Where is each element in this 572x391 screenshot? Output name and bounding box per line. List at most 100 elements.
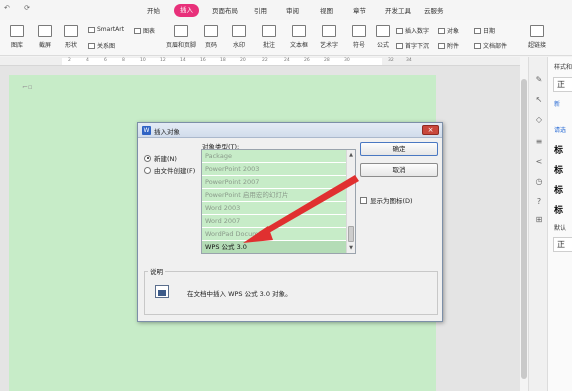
watermark-icon — [232, 25, 246, 37]
style-dropdown[interactable]: 正 — [553, 77, 572, 92]
doc-parts-button[interactable]: 文档部件 — [474, 41, 507, 50]
list-scrollbar[interactable]: ▲ ▼ — [346, 150, 355, 253]
object-preview-icon — [155, 285, 169, 298]
relation-graph-button[interactable]: 关系图 — [88, 41, 115, 50]
ruler-tick: 24 — [284, 58, 290, 63]
tab-view[interactable]: 视图 — [320, 5, 333, 15]
tab-developer[interactable]: 开发工具 — [385, 5, 411, 15]
close-button[interactable]: × — [422, 125, 439, 135]
style-heading-4[interactable]: 标 — [554, 203, 563, 216]
display-as-icon-checkbox[interactable]: 显示为图标(D) — [360, 195, 413, 205]
style-default[interactable]: 默认 — [554, 223, 566, 232]
apps-icon[interactable]: ⊞ — [533, 215, 545, 225]
tab-chapter[interactable]: 章节 — [353, 5, 366, 15]
page-corner-icon: ⌐▫ — [22, 83, 33, 91]
ruler-tick: 2 — [68, 58, 71, 63]
symbol-button[interactable]: 符号 — [352, 25, 366, 49]
share-icon[interactable]: < — [533, 157, 545, 167]
textbox-button[interactable]: 文本框 — [290, 25, 308, 49]
edit-icon[interactable]: ✎ — [533, 75, 545, 85]
settings-icon[interactable]: ≡ — [533, 137, 545, 147]
wordart-button[interactable]: 艺术字 — [320, 25, 338, 49]
formula-button[interactable]: 公式 — [376, 25, 390, 49]
insert-number-button[interactable]: 插入数字 — [396, 26, 429, 35]
ok-button[interactable]: 确定 — [360, 142, 438, 156]
page-number-icon — [204, 25, 218, 37]
list-item[interactable]: Word 2003 — [202, 202, 346, 214]
radio-new[interactable]: 新建(N) — [144, 153, 177, 163]
gallery-button[interactable]: 图库 — [10, 25, 24, 49]
ruler-tick: 6 — [104, 58, 107, 63]
shapes-button[interactable]: 形状 — [64, 25, 78, 49]
help-icon[interactable]: ? — [533, 197, 545, 207]
description-group: 在文档中插入 WPS 公式 3.0 对象。 — [144, 271, 438, 315]
pi-icon — [376, 25, 390, 37]
style-normal[interactable]: 正 — [553, 237, 572, 252]
smartart-button[interactable]: SmartArt — [88, 26, 124, 33]
shape-icon[interactable]: ◇ — [533, 115, 545, 125]
cancel-button[interactable]: 取消 — [360, 163, 438, 177]
wordart-icon — [322, 25, 336, 37]
list-item[interactable]: Word 2007 — [202, 215, 346, 227]
list-item[interactable]: WordPad Document — [202, 228, 346, 240]
smartart-icon — [88, 26, 95, 33]
list-item-selected[interactable]: WPS 公式 3.0 — [202, 241, 346, 253]
description-text: 在文档中插入 WPS 公式 3.0 对象。 — [187, 290, 292, 298]
right-toolbar: ✎ ↖ ◇ ≡ < ◷ ? ⊞ — [528, 57, 548, 391]
dialog-titlebar[interactable]: W 插入对象 × — [138, 123, 442, 138]
style-heading-1[interactable]: 标 — [554, 143, 563, 156]
date-button[interactable]: 日期 — [474, 26, 495, 35]
cursor-icon[interactable]: ↖ — [533, 95, 545, 105]
object-type-list[interactable]: Package PowerPoint 2003 PowerPoint 2007 … — [201, 149, 356, 254]
tab-page-layout[interactable]: 页面布局 — [212, 5, 238, 15]
clear-format-link[interactable]: 请选 — [554, 125, 566, 134]
screenshot-button[interactable]: 截屏 — [38, 25, 52, 49]
ruler-tick: 12 — [160, 58, 166, 63]
tab-home[interactable]: 开始 — [147, 5, 160, 15]
first-letter-button[interactable]: 首字下沉 — [396, 41, 429, 50]
doc-parts-icon — [474, 42, 481, 49]
paperclip-icon — [438, 42, 445, 49]
hyperlink-button[interactable]: 超链接 — [528, 25, 546, 49]
list-item[interactable]: PowerPoint 启用宏的幻灯片 — [202, 189, 346, 201]
style-heading-3[interactable]: 标 — [554, 183, 563, 196]
tab-review[interactable]: 审阅 — [286, 5, 299, 15]
omega-icon — [352, 25, 366, 37]
relation-graph-icon — [88, 42, 95, 49]
horizontal-ruler[interactable]: 2 4 6 8 10 12 14 16 18 20 22 24 26 28 30… — [0, 57, 520, 66]
insert-number-icon — [396, 27, 403, 34]
list-item[interactable]: PowerPoint 2007 — [202, 176, 346, 188]
radio-from-file[interactable]: 由文件创建(F) — [144, 165, 195, 175]
scroll-up-icon[interactable]: ▲ — [348, 152, 354, 158]
textbox-icon — [292, 25, 306, 37]
ruler-tick: 14 — [180, 58, 186, 63]
chart-icon — [134, 27, 141, 34]
new-style-link[interactable]: 新 — [554, 99, 560, 108]
style-heading-2[interactable]: 标 — [554, 163, 563, 176]
gallery-icon — [10, 25, 24, 37]
vertical-scrollbar[interactable] — [520, 57, 528, 391]
scrollbar-thumb[interactable] — [521, 79, 527, 379]
menu-bar: ↶ ⟳ 开始 插入 页面布局 引用 审阅 视图 章节 开发工具 云服务 — [0, 0, 572, 20]
quick-access-icons[interactable]: ↶ ⟳ — [4, 4, 36, 12]
tab-references[interactable]: 引用 — [254, 5, 267, 15]
history-icon[interactable]: ◷ — [533, 177, 545, 187]
tab-insert[interactable]: 插入 — [174, 4, 199, 17]
list-item[interactable]: PowerPoint 2003 — [202, 163, 346, 175]
checkbox-box — [360, 196, 367, 204]
object-button[interactable]: 对象 — [438, 26, 459, 35]
header-footer-button[interactable]: 页眉和页脚 — [166, 25, 196, 49]
watermark-button[interactable]: 水印 — [232, 25, 246, 49]
comment-button[interactable]: 批注 — [262, 25, 276, 49]
tab-cloud[interactable]: 云服务 — [424, 5, 444, 15]
list-scroll-thumb[interactable] — [348, 226, 354, 242]
ruler-tick: 26 — [304, 58, 310, 63]
chart-button[interactable]: 图表 — [134, 26, 155, 35]
attachment-button[interactable]: 附件 — [438, 41, 459, 50]
comment-icon — [262, 25, 276, 37]
scroll-down-icon[interactable]: ▼ — [348, 245, 354, 251]
list-item[interactable]: Package — [202, 150, 346, 162]
page-number-button[interactable]: 页码 — [204, 25, 218, 49]
ruler-tick: 30 — [344, 58, 350, 63]
insert-object-dialog: W 插入对象 × 新建(N) 由文件创建(F) 对象类型(T): Package… — [137, 122, 443, 322]
